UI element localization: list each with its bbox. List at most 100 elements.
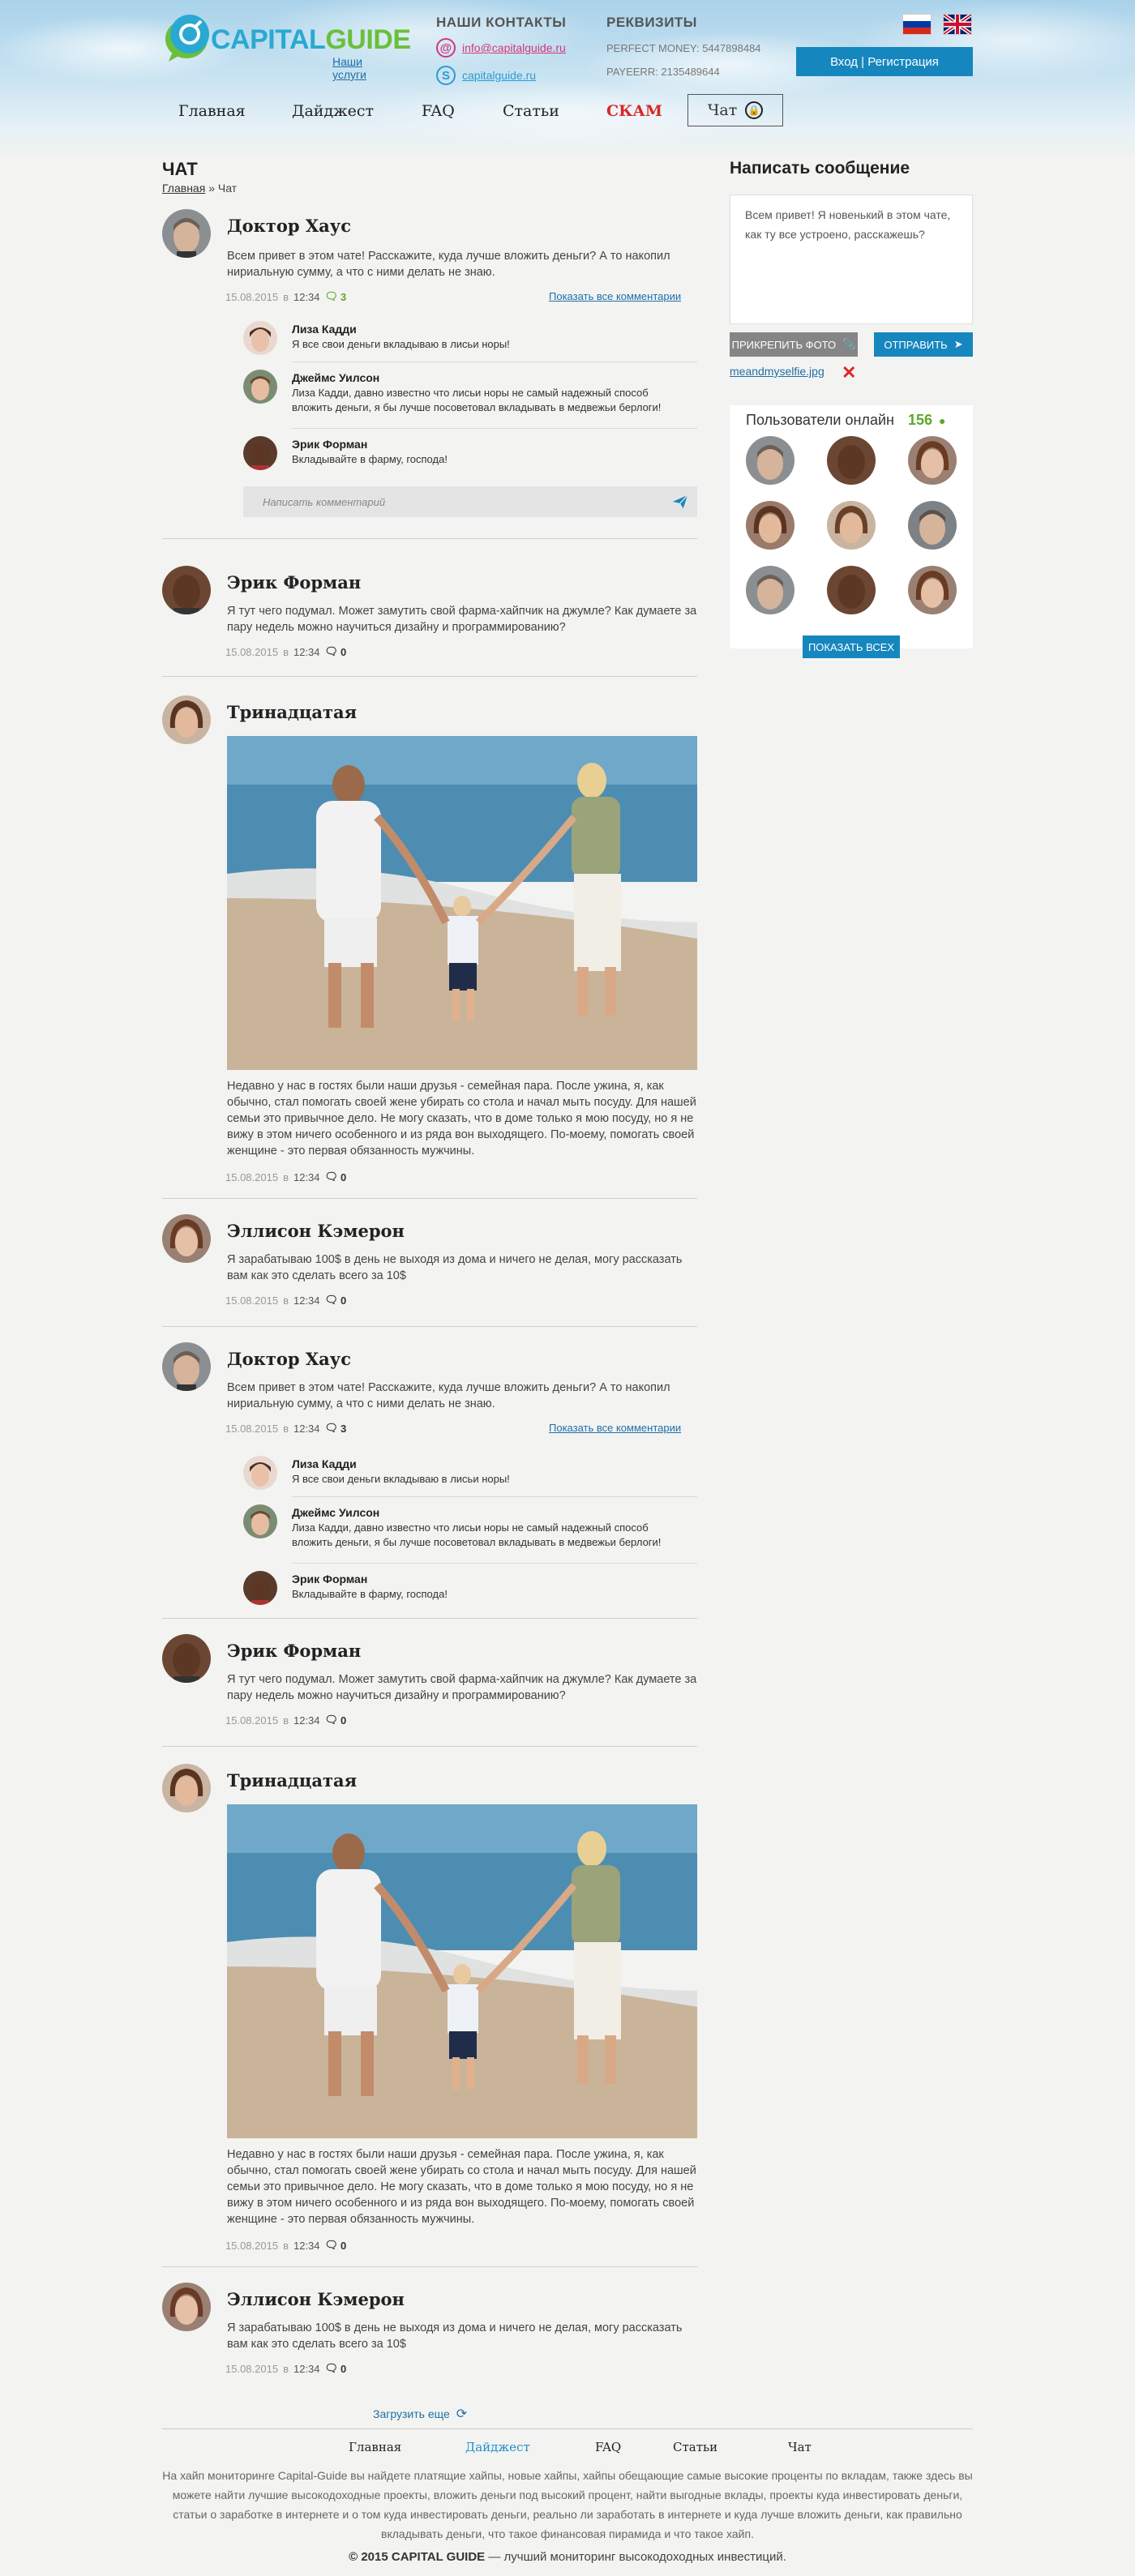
comment-text: Вкладывайте в фарму, господа! xyxy=(292,1588,448,1600)
post-at: в xyxy=(283,1714,289,1727)
nav-item-articles[interactable]: Статьи xyxy=(503,102,559,120)
post-at: в xyxy=(283,1422,289,1435)
comments-count-value: 0 xyxy=(340,1714,347,1727)
comment-author: Лиза Кадди xyxy=(292,1457,357,1470)
online-user-avatar[interactable] xyxy=(746,566,794,614)
avatar-wilson xyxy=(243,370,277,404)
comments-count-value: 0 xyxy=(340,645,347,658)
payeer: PAYEERR: 2135489644 xyxy=(606,66,720,78)
post-divider xyxy=(162,538,697,539)
comments-count-value: 0 xyxy=(340,2362,347,2375)
comments-count[interactable]: 🗨 3 xyxy=(325,1422,347,1435)
avatar-thirteen xyxy=(162,1764,211,1812)
nav-item-chat[interactable]: Чат 🔒 xyxy=(687,94,783,126)
send-message-label: ОТПРАВИТЬ xyxy=(884,338,948,351)
comments-count[interactable]: 🗨 0 xyxy=(325,645,347,658)
comment-text: Я все свои деньги вкладываю в лисьи норы… xyxy=(292,1473,510,1485)
flag-ru-icon[interactable] xyxy=(903,15,931,34)
copyright-tagline: — лучший мониторинг высокодоходных инвес… xyxy=(485,2550,786,2564)
online-user-avatar[interactable] xyxy=(746,436,794,485)
attached-file-link[interactable]: meandmyselfie.jpg xyxy=(730,365,824,378)
comment-author: Джеймс Уилсон xyxy=(292,1506,380,1519)
footer-nav-articles[interactable]: Статьи xyxy=(673,2440,717,2454)
post-time: 12:34 xyxy=(293,2239,320,2252)
comments-icon: 🗨 xyxy=(324,645,339,657)
paperclip-icon: 📎 xyxy=(842,338,856,350)
comment-item: Лиза Кадди Я все свои деньги вкладываю в… xyxy=(243,1456,697,1497)
comment-input[interactable]: Написать комментарий xyxy=(243,486,697,517)
email-icon: @ xyxy=(436,38,456,58)
requisites-block: РЕКВИЗИТЫ PERFECT MONEY: 5447898484 PAYE… xyxy=(606,15,785,78)
avatar-cameron xyxy=(162,2283,211,2331)
online-user-avatar[interactable] xyxy=(827,436,876,485)
nav-item-digest[interactable]: Дайджест xyxy=(292,102,374,120)
email-link[interactable]: info@capitalguide.ru xyxy=(462,41,566,54)
nav-item-home[interactable]: Главная xyxy=(178,102,246,120)
post-date: 15.08.2015 xyxy=(225,1170,279,1183)
post-author: Тринадцатая xyxy=(227,702,358,722)
comments-count[interactable]: 🗨 0 xyxy=(325,1170,347,1183)
post-at: в xyxy=(283,2239,289,2252)
flag-en-graphic xyxy=(944,15,971,34)
load-more-button[interactable]: Загрузить еще ⟳ xyxy=(373,2406,467,2422)
post-author: Тринадцатая xyxy=(227,1770,358,1791)
skype-link[interactable]: capitalguide.ru xyxy=(462,69,536,82)
show-all-comments-link[interactable]: Показать все комментарии xyxy=(549,1422,681,1434)
post-date: 15.08.2015 xyxy=(225,2239,279,2252)
show-all-users-button[interactable]: ПОКАЗАТЬ ВСЕХ xyxy=(803,635,900,658)
logo[interactable]: CAPITALGUIDE Наши услуги xyxy=(162,10,411,81)
flag-en-icon[interactable] xyxy=(944,15,971,34)
chat-post: Доктор Хаус Всем привет в этом чате! Рас… xyxy=(162,209,697,574)
post-meta: 15.08.2015 в 12:34 🗨 3 xyxy=(225,1422,346,1435)
show-all-comments-link[interactable]: Показать все комментарии xyxy=(549,290,681,302)
online-user-avatar[interactable] xyxy=(908,566,957,614)
attach-photo-label: ПРИКРЕПИТЬ ФОТО xyxy=(731,338,837,351)
comments-icon: 🗨 xyxy=(324,2362,339,2374)
online-user-avatar[interactable] xyxy=(908,501,957,550)
services-link[interactable]: Наши услуги xyxy=(332,55,397,81)
refresh-icon: ⟳ xyxy=(456,2407,468,2421)
comments-count[interactable]: 🗨 0 xyxy=(325,2239,347,2252)
footer-description: На хайп мониторинге Capital-Guide вы най… xyxy=(162,2469,973,2540)
post-meta: 15.08.2015 в 12:34 🗨 0 xyxy=(225,1294,346,1307)
post-photo[interactable] xyxy=(227,1804,697,2138)
comment-text: Лиза Кадди, давно известно что лисьи нор… xyxy=(292,1521,662,1548)
send-message-button[interactable]: ОТПРАВИТЬ ➤ xyxy=(874,332,973,357)
post-divider xyxy=(162,1746,697,1747)
online-user-avatar[interactable] xyxy=(827,566,876,614)
beach-family-photo xyxy=(227,736,697,1070)
attach-photo-button[interactable]: ПРИКРЕПИТЬ ФОТО 📎 xyxy=(730,332,858,357)
online-user-avatar[interactable] xyxy=(908,436,957,485)
post-divider xyxy=(162,1618,697,1619)
avatar-foreman xyxy=(243,436,277,470)
nav-chat-label: Чат xyxy=(707,101,738,119)
login-register-button[interactable]: Вход | Регистрация xyxy=(796,47,973,76)
nav-item-faq[interactable]: FAQ xyxy=(422,102,455,120)
remove-file-icon[interactable]: ✕ xyxy=(842,362,856,383)
footer-nav-chat[interactable]: Чат xyxy=(788,2440,812,2454)
online-user-avatar[interactable] xyxy=(827,501,876,550)
comment-divider xyxy=(292,428,697,429)
post-date: 15.08.2015 xyxy=(225,1294,279,1307)
message-textarea[interactable]: Всем привет! Я новенький в этом чате, ка… xyxy=(730,195,973,324)
send-icon[interactable] xyxy=(671,493,689,511)
logo-text: CAPITALGUIDE xyxy=(211,24,411,56)
comments-count[interactable]: 🗨 0 xyxy=(325,2362,347,2375)
post-author: Доктор Хаус xyxy=(227,216,351,236)
contacts-title: НАШИ КОНТАКТЫ xyxy=(436,15,567,30)
footer-nav-digest[interactable]: Дайджест xyxy=(465,2440,530,2454)
post-text: Недавно у нас в гостях были наши друзья … xyxy=(227,1080,696,1157)
comments-count[interactable]: 🗨 0 xyxy=(325,1714,347,1727)
chat-post: Доктор Хаус Всем привет в этом чате! Рас… xyxy=(162,1342,697,1619)
email-row: @ info@capitalguide.ru xyxy=(436,37,598,58)
footer-nav-faq[interactable]: FAQ xyxy=(595,2440,621,2454)
nav-item-scam[interactable]: СКАМ xyxy=(606,102,662,120)
comments-count[interactable]: 🗨 0 xyxy=(325,1294,347,1307)
breadcrumb-home[interactable]: Главная xyxy=(162,182,205,195)
chat-post: Эллисон Кэмерон Я зарабатываю 100$ в ден… xyxy=(162,2283,697,2388)
post-photo[interactable] xyxy=(227,736,697,1070)
online-user-avatar[interactable] xyxy=(746,501,794,550)
post-author: Эрик Форман xyxy=(227,572,362,593)
footer-nav-home[interactable]: Главная xyxy=(349,2440,401,2454)
comments-count[interactable]: 🗨 3 xyxy=(325,290,347,303)
